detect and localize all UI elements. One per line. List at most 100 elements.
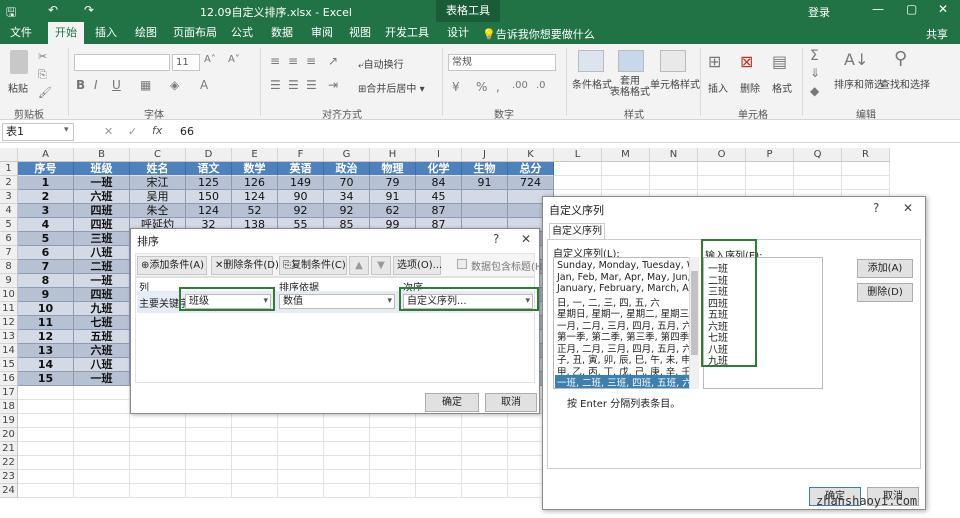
grid-cell[interactable] xyxy=(74,414,130,428)
table-cell[interactable]: 126 xyxy=(232,176,278,190)
align-middle-icon[interactable]: ≡ xyxy=(288,54,298,68)
table-cell[interactable]: 92 xyxy=(278,204,324,218)
grid-cell[interactable] xyxy=(74,442,130,456)
table-cell[interactable]: 九班 xyxy=(74,302,130,316)
table-cell[interactable]: 70 xyxy=(324,176,370,190)
column-header[interactable]: L xyxy=(554,148,602,162)
grid-cell[interactable] xyxy=(794,176,842,190)
grid-cell[interactable] xyxy=(554,176,602,190)
underline-icon[interactable]: U xyxy=(112,78,121,92)
grid-cell[interactable] xyxy=(602,162,650,176)
grid-cell[interactable] xyxy=(186,414,232,428)
copy-icon[interactable]: ⎘ xyxy=(38,68,47,82)
row-header[interactable]: 1 xyxy=(0,162,18,176)
list-item[interactable]: Jan, Feb, Mar, Apr, May, Jun, Jul xyxy=(557,272,698,283)
grid-cell[interactable] xyxy=(232,442,278,456)
move-down-button[interactable]: ▼ xyxy=(371,256,391,275)
grid-cell[interactable] xyxy=(370,428,416,442)
cell-styles-button[interactable]: 单元格样式 xyxy=(650,76,700,91)
column-header[interactable]: P xyxy=(746,148,794,162)
cut-icon[interactable]: ✂ xyxy=(38,50,47,63)
row-header[interactable]: 9 xyxy=(0,274,18,288)
grid-cell[interactable] xyxy=(278,428,324,442)
conditional-format-button[interactable]: 条件格式 xyxy=(572,76,612,91)
table-cell[interactable]: 87 xyxy=(416,204,462,218)
merge-center-button[interactable]: ⊞合并后居中 ▾ xyxy=(358,80,425,95)
tab-home[interactable]: 开始 xyxy=(48,22,84,44)
row-header[interactable]: 7 xyxy=(0,246,18,260)
table-cell[interactable] xyxy=(462,190,508,204)
insert-cells-icon[interactable]: ⊞ xyxy=(708,52,721,71)
grid-cell[interactable] xyxy=(324,484,370,498)
format-as-table-icon[interactable] xyxy=(618,50,644,72)
table-cell[interactable]: 91 xyxy=(370,190,416,204)
table-cell[interactable]: 149 xyxy=(278,176,324,190)
grid-cell[interactable] xyxy=(746,176,794,190)
table-cell[interactable]: 4 xyxy=(18,218,74,232)
table-cell[interactable]: 92 xyxy=(324,204,370,218)
column-header[interactable]: R xyxy=(842,148,890,162)
column-header[interactable]: B xyxy=(74,148,130,162)
row-header[interactable]: 13 xyxy=(0,330,18,344)
grid-cell[interactable] xyxy=(74,484,130,498)
grid-cell[interactable] xyxy=(18,386,74,400)
find-select-icon[interactable]: ⚲ xyxy=(894,48,907,69)
grid-cell[interactable] xyxy=(18,442,74,456)
grid-cell[interactable] xyxy=(462,470,508,484)
grid-cell[interactable] xyxy=(650,176,698,190)
column-header[interactable]: F xyxy=(278,148,324,162)
decrease-decimal-icon[interactable]: .0 xyxy=(536,80,546,91)
grid-cell[interactable] xyxy=(462,484,508,498)
align-left-icon[interactable]: ☰ xyxy=(270,78,281,92)
format-painter-icon[interactable]: 🖌 xyxy=(38,86,52,99)
table-cell[interactable]: 91 xyxy=(462,176,508,190)
table-cell[interactable]: 朱仝 xyxy=(130,204,186,218)
bold-icon[interactable]: B xyxy=(76,78,85,92)
format-as-table-button[interactable]: 套用 表格格式 xyxy=(610,76,650,98)
find-select-button[interactable]: 查找和选择 xyxy=(880,76,930,91)
grid-cell[interactable] xyxy=(18,456,74,470)
grow-font-icon[interactable]: A˄ xyxy=(204,54,216,65)
table-cell[interactable]: 六班 xyxy=(74,190,130,204)
table-header-cell[interactable]: 数学 xyxy=(232,162,278,176)
select-all-corner[interactable] xyxy=(0,148,18,162)
table-cell[interactable]: 3 xyxy=(18,204,74,218)
grid-cell[interactable] xyxy=(370,442,416,456)
row-header[interactable]: 5 xyxy=(0,218,18,232)
grid-cell[interactable] xyxy=(416,484,462,498)
table-cell[interactable]: 6 xyxy=(18,246,74,260)
column-header[interactable]: J xyxy=(462,148,508,162)
table-cell[interactable]: 一班 xyxy=(74,176,130,190)
table-cell[interactable]: 一班 xyxy=(74,372,130,386)
column-header[interactable]: I xyxy=(416,148,462,162)
grid-cell[interactable] xyxy=(74,400,130,414)
row-header[interactable]: 17 xyxy=(0,386,18,400)
table-cell[interactable]: 六班 xyxy=(74,344,130,358)
scrollbar-thumb[interactable] xyxy=(691,271,698,355)
table-cell[interactable]: 15 xyxy=(18,372,74,386)
table-cell[interactable]: 七班 xyxy=(74,316,130,330)
grid-cell[interactable] xyxy=(842,176,890,190)
grid-cell[interactable] xyxy=(698,162,746,176)
close-icon[interactable]: ✕ xyxy=(938,2,948,16)
table-cell[interactable]: 90 xyxy=(278,190,324,204)
grid-cell[interactable] xyxy=(278,470,324,484)
column-header[interactable]: H xyxy=(370,148,416,162)
table-cell[interactable]: 三班 xyxy=(74,232,130,246)
conditional-format-icon[interactable] xyxy=(578,50,604,72)
tab-draw[interactable]: 绘图 xyxy=(128,22,164,44)
grid-cell[interactable] xyxy=(370,456,416,470)
close-icon[interactable]: ✕ xyxy=(521,232,531,246)
custom-lists-box[interactable]: Sunday, Monday, Tuesday, Wed Jan, Feb, Ma… xyxy=(553,257,699,389)
table-cell[interactable]: 13 xyxy=(18,344,74,358)
row-header[interactable]: 22 xyxy=(0,456,18,470)
orientation-icon[interactable]: ↗ xyxy=(328,54,338,68)
tab-data[interactable]: 数据 xyxy=(264,22,300,44)
comma-icon[interactable]: , xyxy=(496,80,500,94)
table-cell[interactable]: 四班 xyxy=(74,218,130,232)
tell-me-search[interactable]: 💡告诉我你想要做什么 xyxy=(482,26,595,42)
row-header[interactable]: 24 xyxy=(0,484,18,498)
shrink-font-icon[interactable]: A˅ xyxy=(228,54,240,65)
enter-icon[interactable]: ✓ xyxy=(128,125,137,138)
list-item[interactable]: Sunday, Monday, Tuesday, Wed xyxy=(557,260,698,271)
